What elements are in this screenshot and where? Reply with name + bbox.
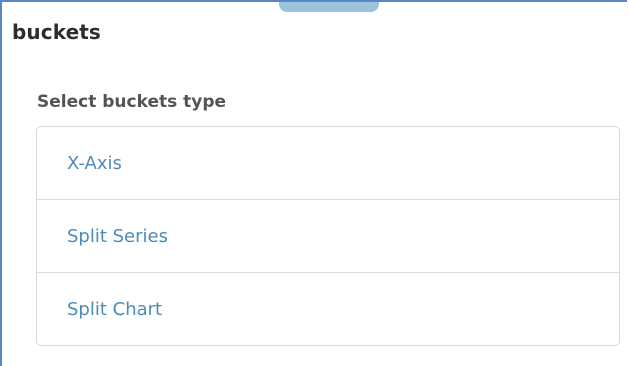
select-buckets-type-label: Select buckets type <box>37 92 227 112</box>
buckets-panel: buckets Select buckets type X-Axis Split… <box>0 0 627 366</box>
panel-title: buckets <box>12 20 101 44</box>
panel-drag-handle[interactable] <box>279 2 379 12</box>
bucket-type-split-series[interactable]: Split Series <box>37 200 619 273</box>
bucket-type-split-chart[interactable]: Split Chart <box>37 273 619 345</box>
bucket-type-list: X-Axis Split Series Split Chart <box>36 126 620 346</box>
bucket-type-x-axis[interactable]: X-Axis <box>37 127 619 200</box>
